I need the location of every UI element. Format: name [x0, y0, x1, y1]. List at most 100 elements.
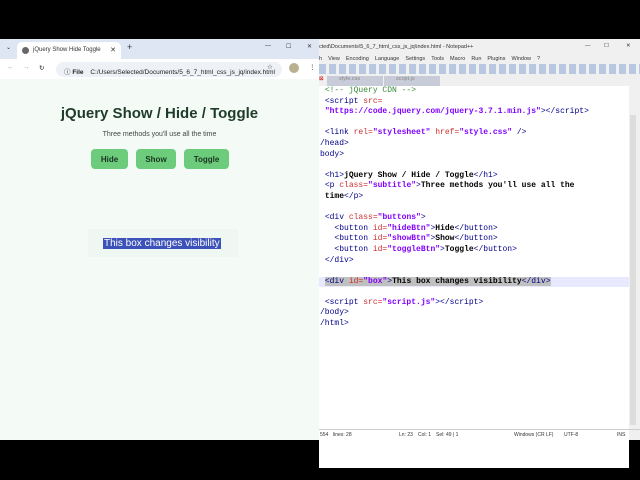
code-token: <p — [324, 181, 340, 191]
code-token: /html> — [320, 319, 349, 329]
code-token: This box changes visibility — [392, 276, 522, 286]
menu-item[interactable]: Tools — [431, 56, 444, 62]
toolbar[interactable] — [319, 64, 640, 74]
globe-icon — [22, 47, 29, 54]
code-token: body> — [320, 149, 345, 159]
status-bar: 554 lines: 28 Ln: 23 Col: 1 Sel: 49 | 1 … — [319, 429, 640, 440]
menu-item[interactable]: h — [319, 56, 322, 62]
code-token: </button> — [473, 244, 517, 254]
back-icon[interactable]: ← — [7, 64, 14, 71]
tab-bar: ⌄ jQuery Show Hide Toggle ✕ + — ☐ ✕ — [0, 39, 319, 59]
code-token: "style.css" — [459, 128, 513, 138]
info-icon: ⓘ — [64, 69, 71, 76]
menu-item[interactable]: ? — [537, 56, 540, 62]
scrollbar[interactable] — [630, 115, 636, 425]
code-token: /> — [512, 128, 527, 138]
close-window-icon[interactable]: ✕ — [307, 43, 312, 50]
code-token: src= — [363, 96, 383, 106]
code-token: <!-- jQuery CDN --> — [324, 86, 417, 95]
close-tab-icon[interactable]: ✕ — [110, 46, 116, 54]
close-tab-icon[interactable]: ⊠ — [319, 76, 327, 86]
forward-icon[interactable]: → — [23, 64, 30, 71]
code-token: Toggle — [444, 244, 474, 254]
code-token: </div> — [521, 276, 551, 286]
code-line: <div class="buttons"> — [319, 213, 629, 224]
visibility-box: This box changes visibility — [103, 238, 221, 249]
menu-item[interactable]: Settings — [405, 56, 425, 62]
code-token: </p> — [344, 191, 364, 201]
menu-item[interactable]: Language — [375, 56, 399, 62]
code-token: id= — [372, 234, 388, 244]
window-title: cted\Documents\5_6_7_html_css_js_jq\inde… — [319, 44, 474, 50]
code-line: </div> — [319, 256, 629, 267]
code-line: <h1>jQuery Show / Hide / Toggle</h1> — [319, 171, 629, 182]
menu-item[interactable]: Run — [471, 56, 481, 62]
maximize-icon[interactable]: ☐ — [604, 43, 609, 49]
menu-icon[interactable]: ⋮ — [309, 63, 316, 71]
code-token: id= — [348, 276, 364, 286]
code-token: Three methods you'll use all the — [420, 181, 575, 191]
code-line: <script src= — [319, 97, 629, 108]
status-mode: INS — [617, 432, 626, 438]
code-token: </button> — [454, 234, 498, 244]
code-token: "subtitle" — [368, 181, 417, 191]
code-token: > — [420, 213, 426, 223]
browser-tab[interactable]: jQuery Show Hide Toggle ✕ — [17, 42, 121, 59]
status-lines: lines: 28 — [333, 432, 352, 438]
tab-search-icon[interactable]: ⌄ — [6, 44, 11, 51]
code-token: /head> — [320, 138, 349, 148]
address-bar: ← → ↻ ⓘ File C:/Users/Selected/Documents… — [0, 59, 319, 79]
code-token: "stylesheet" — [372, 128, 431, 138]
code-token: "buttons" — [377, 213, 421, 223]
code-token: "hideBtn" — [387, 223, 431, 233]
code-token: </h1> — [473, 170, 498, 180]
code-line: body> — [319, 150, 629, 161]
code-token: ></script> — [435, 297, 484, 307]
reload-icon[interactable]: ↻ — [39, 64, 44, 72]
code-token: class= — [348, 213, 378, 223]
menu-item[interactable]: Macro — [450, 56, 465, 62]
bookmark-star-icon[interactable]: ☆ — [267, 63, 273, 71]
code-token: href= — [430, 128, 460, 138]
url-input[interactable]: ⓘ File C:/Users/Selected/Documents/5_6_7… — [56, 62, 282, 77]
menu-item[interactable]: Encoding — [346, 56, 369, 62]
file-label: File — [72, 69, 84, 76]
hide-button[interactable]: Hide — [91, 149, 128, 169]
code-line: <link rel="stylesheet" href="style.css" … — [319, 128, 629, 139]
status-sel: Sel: 49 | 1 — [436, 432, 459, 438]
menu-item[interactable]: Window — [511, 56, 531, 62]
code-line: <button id="hideBtn">Hide</button> — [319, 224, 629, 235]
minimize-icon[interactable]: — — [585, 43, 591, 49]
menu-item[interactable]: View — [328, 56, 340, 62]
code-token: <div — [324, 213, 349, 223]
status-eol: Windows (CR LF) — [514, 432, 554, 438]
maximize-icon[interactable]: ☐ — [286, 43, 291, 50]
code-token: </div> — [324, 255, 354, 265]
tab-script-js[interactable]: script.js — [384, 76, 440, 86]
browser-window: ⌄ jQuery Show Hide Toggle ✕ + — ☐ ✕ ← → … — [0, 39, 319, 440]
toggle-button[interactable]: Toggle — [184, 149, 229, 169]
code-token: "showBtn" — [387, 234, 431, 244]
status-length: 554 — [320, 432, 329, 438]
close-window-icon[interactable]: ✕ — [626, 43, 631, 49]
code-editor[interactable]: <!-- jQuery CDN --> <script src= "https:… — [319, 86, 629, 468]
code-line: <!-- jQuery CDN --> — [319, 86, 629, 97]
code-line: "https://code.jquery.com/jquery-3.7.1.mi… — [319, 107, 629, 118]
code-token: "https://code.jquery.com/jquery-3.7.1.mi… — [324, 107, 541, 117]
code-line: <button id="toggleBtn">Toggle</button> — [319, 245, 629, 256]
new-tab-icon[interactable]: + — [127, 42, 132, 52]
code-token: <div — [324, 276, 349, 286]
show-button[interactable]: Show — [136, 149, 176, 169]
minimize-icon[interactable]: — — [265, 43, 271, 49]
avatar[interactable] — [289, 63, 299, 73]
code-token: <script — [324, 297, 364, 307]
menu-item[interactable]: Plugins — [487, 56, 505, 62]
status-ln: Ln: 23 — [399, 432, 413, 438]
tab-style-css[interactable]: style.css — [327, 76, 383, 86]
code-token: ></script> — [540, 107, 589, 117]
